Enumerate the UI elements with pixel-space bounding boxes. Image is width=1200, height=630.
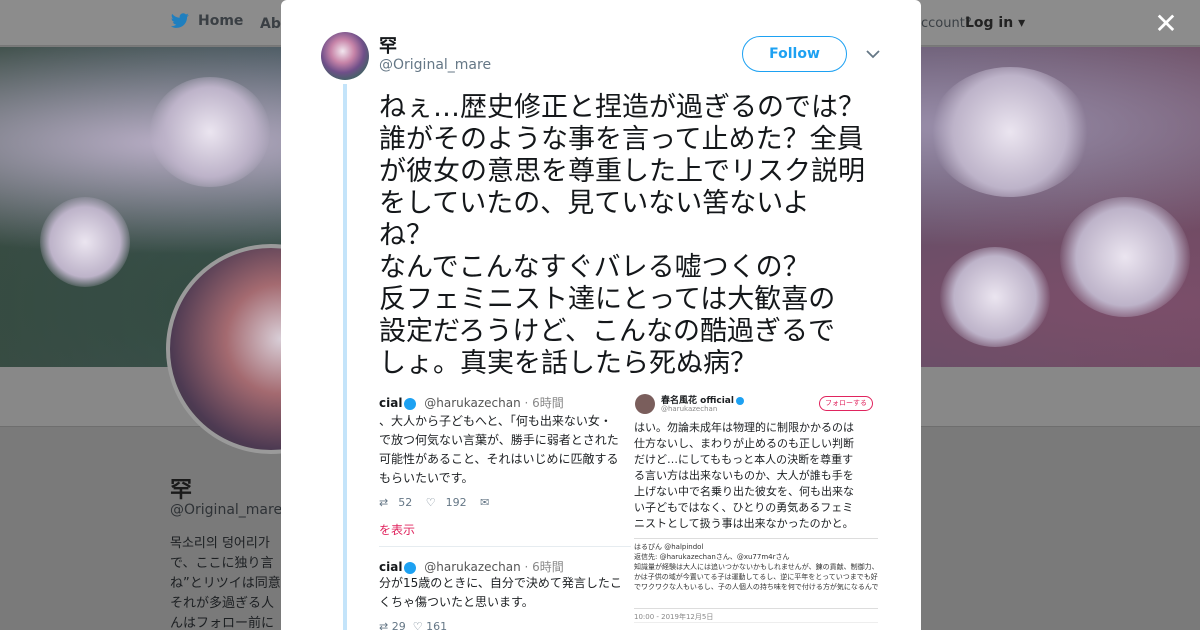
divider	[379, 546, 631, 547]
quoted-header-2: cial @harukazechan · 6時間	[379, 558, 564, 575]
quoted-time: · 6時間	[524, 396, 564, 410]
tweet-media-image[interactable]: cial @harukazechan · 6時間 、大人から子どもへと、「何も出…	[379, 388, 881, 630]
follow-button[interactable]: Follow	[742, 36, 847, 72]
media-right-screenshot: 春名風花 official @harukazechan フォローする はい。勿論…	[631, 388, 881, 630]
author-avatar[interactable]	[321, 32, 369, 80]
quoted-right-handle: @harukazechan	[661, 405, 718, 413]
retweet-count-2: 29	[391, 620, 406, 630]
quoted-actions-2: ⇄ 29 ♡ 161	[379, 620, 447, 630]
retweet-count: 52	[398, 496, 413, 509]
profile-bio-line: ね”とリツイは同意	[170, 576, 281, 591]
heart-icon: ♡	[425, 496, 436, 509]
close-icon[interactable]: ✕	[1153, 10, 1179, 38]
quoted-handle: @harukazechan	[424, 396, 521, 410]
profile-bio-line: 목소리의 덩어리가	[170, 536, 270, 551]
thread-line	[343, 84, 347, 630]
profile-handle: @Original_mare	[170, 502, 283, 518]
tweet-modal: 罕 @Original_mare Follow ねぇ…歴史修正と捏造が過ぎるので…	[281, 0, 921, 630]
verified-icon	[735, 396, 744, 405]
verified-icon	[404, 561, 417, 574]
blossom-decoration	[1060, 197, 1190, 317]
show-more-link: を表示	[379, 523, 416, 537]
quoted-right-body: はい。勿論未成年は物理的に制限かかるのは 仕方ないし、まわりが止めるのも正しい判…	[634, 421, 854, 530]
profile-bio: 목소리의 덩어리가 で、ここに独り言 ね”とリツイは同意 それが多過ぎる人 んは…	[170, 534, 285, 630]
author-name[interactable]: 罕	[379, 32, 397, 58]
quoted-time-2: · 6時間	[524, 560, 564, 574]
blossom-decoration	[930, 67, 1090, 197]
media-left-screenshot: cial @harukazechan · 6時間 、大人から子どもへと、「何も出…	[379, 388, 631, 630]
login-caret-icon: ▾	[1018, 15, 1026, 31]
verified-icon	[404, 397, 417, 410]
quoted-name: cial	[379, 396, 403, 410]
quoted-header: cial @harukazechan · 6時間	[379, 394, 564, 411]
heart-icon: ♡	[412, 620, 423, 630]
profile-bio-line: それが多過ぎる人	[170, 596, 275, 611]
chevron-down-icon[interactable]	[865, 46, 881, 62]
quoted-follow-badge: フォローする	[819, 396, 873, 411]
author-handle[interactable]: @Original_mare	[379, 57, 491, 73]
profile-name: 罕	[170, 478, 193, 503]
blossom-decoration	[150, 77, 270, 187]
quoted-name-2: cial	[379, 560, 403, 574]
mail-icon: ✉	[480, 496, 490, 509]
profile-bio-line: で、ここに独り言	[170, 556, 274, 571]
quoted-avatar	[635, 394, 655, 414]
nav-home-label: Home	[198, 13, 244, 29]
quoted-timestamp: 10:00 - 2019年12月5日	[634, 608, 878, 622]
like-count: 192	[445, 496, 467, 509]
like-count-2: 161	[426, 620, 448, 630]
profile-bio-line: んはフォロー前に	[170, 616, 275, 630]
divider	[634, 622, 878, 630]
quoted-handle-2: @harukazechan	[424, 560, 521, 574]
retweet-icon: ⇄	[379, 620, 389, 630]
quoted-body-2: 分が15歳のときに、自分で決めて発言したこ くちゃ傷ついたと思います。	[379, 576, 622, 609]
twitter-bird-icon	[170, 13, 189, 28]
blossom-decoration	[40, 197, 130, 287]
tweet-text: ねぇ…歴史修正と捏造が過ぎるのでは？ 誰がそのような事を言って止めた？全員 が彼…	[379, 92, 865, 379]
nav-home-link[interactable]: Home	[170, 13, 243, 29]
blossom-decoration	[940, 247, 1050, 347]
login-label: Log in	[965, 15, 1014, 31]
quoted-body: 、大人から子どもへと、「何も出来ない女・ で放つ何気ない言葉が、勝手に弱者とされ…	[379, 414, 619, 485]
quoted-reply-card: はるぴん @halpindol 返信先: @harukazechanさん、@xu…	[634, 538, 878, 596]
login-button[interactable]: Log in ▾	[965, 15, 1025, 31]
quoted-actions: ⇄ 52 ♡ 192 ✉	[379, 496, 499, 509]
retweet-icon: ⇄	[379, 496, 389, 509]
